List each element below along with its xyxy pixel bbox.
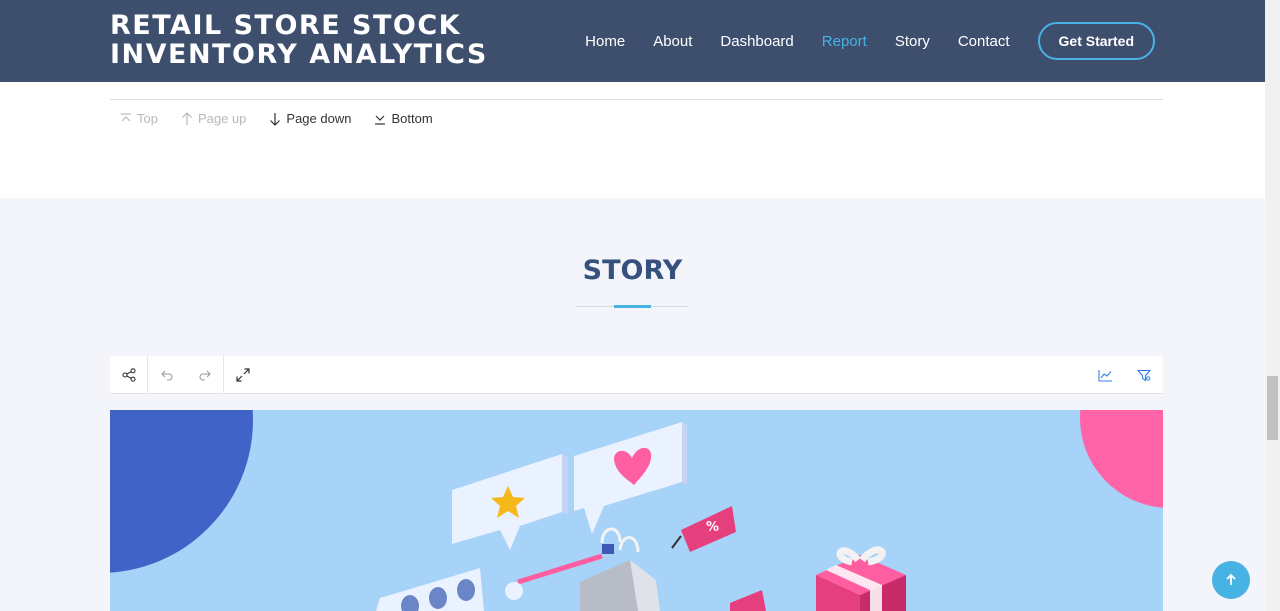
share-icon <box>121 368 136 382</box>
brand-line-2: INVENTORY ANALYTICS <box>110 39 488 70</box>
divider <box>110 99 1163 100</box>
main-nav: Home About Dashboard Report Story Contac… <box>557 21 1155 61</box>
viz-toolbar <box>110 356 1163 394</box>
page-down-label: Page down <box>286 111 352 126</box>
shopping-illustration: % <box>110 410 1163 611</box>
redo-icon <box>199 370 211 381</box>
pink-blob <box>1080 410 1163 508</box>
page-up-label: Page up <box>197 111 247 126</box>
page-scrollbar[interactable] <box>1265 0 1280 611</box>
nav-dashboard[interactable]: Dashboard <box>720 33 793 50</box>
site-header: RETAIL STORE STOCK INVENTORY ANALYTICS H… <box>0 0 1265 82</box>
fullscreen-icon <box>235 368 250 382</box>
filter-button[interactable] <box>1125 356 1163 394</box>
get-started-button[interactable]: Get Started <box>1037 22 1155 60</box>
arrow-up-icon <box>182 111 192 125</box>
chart-icon <box>1097 369 1112 382</box>
share-button[interactable] <box>110 356 147 394</box>
heart-bubble <box>574 422 687 534</box>
story-visualization[interactable]: % <box>110 410 1163 611</box>
dots-bubble <box>376 568 484 611</box>
site-logo-text[interactable]: RETAIL STORE STOCK INVENTORY ANALYTICS <box>110 11 488 69</box>
star-bubble <box>452 454 568 550</box>
nav-bottom-button[interactable]: Bottom <box>374 111 433 126</box>
scrollbar-thumb[interactable] <box>1267 376 1278 440</box>
nav-report[interactable]: Report <box>822 33 867 50</box>
undo-icon <box>161 370 173 381</box>
page-down-button[interactable]: Page down <box>269 111 351 126</box>
nav-story[interactable]: Story <box>895 33 930 50</box>
svg-text:%: % <box>706 520 719 535</box>
price-tag: % <box>671 506 736 552</box>
nav-about[interactable]: About <box>653 33 692 50</box>
blue-blob <box>110 410 253 573</box>
report-page-navigation: Top Page up Page down Bottom <box>120 111 456 126</box>
title-accent-bar <box>614 305 651 308</box>
gift-box <box>816 546 906 611</box>
brand-line-1: RETAIL STORE STOCK <box>110 10 462 41</box>
report-container: Top Page up Page down Bottom <box>0 82 1265 198</box>
arrow-to-bottom-icon <box>375 115 386 125</box>
shopping-bag <box>580 527 660 611</box>
chart-button[interactable] <box>1086 356 1124 394</box>
filter-icon <box>1137 369 1151 382</box>
back-to-top-button[interactable] <box>1212 561 1250 599</box>
nav-top-label: Top <box>137 111 158 126</box>
undo-button[interactable] <box>148 356 186 394</box>
nav-bottom-label: Bottom <box>391 111 433 126</box>
nav-top-button[interactable]: Top <box>120 111 158 126</box>
fullscreen-button[interactable] <box>224 356 261 394</box>
nav-contact[interactable]: Contact <box>958 33 1010 50</box>
arrow-down-icon <box>270 112 281 126</box>
page-up-button[interactable]: Page up <box>181 111 246 126</box>
arrow-up-icon <box>1226 573 1236 585</box>
nav-home[interactable]: Home <box>585 33 625 50</box>
section-title: STORY <box>582 255 683 286</box>
redo-button[interactable] <box>186 356 223 394</box>
arrow-to-top-icon <box>121 112 131 121</box>
